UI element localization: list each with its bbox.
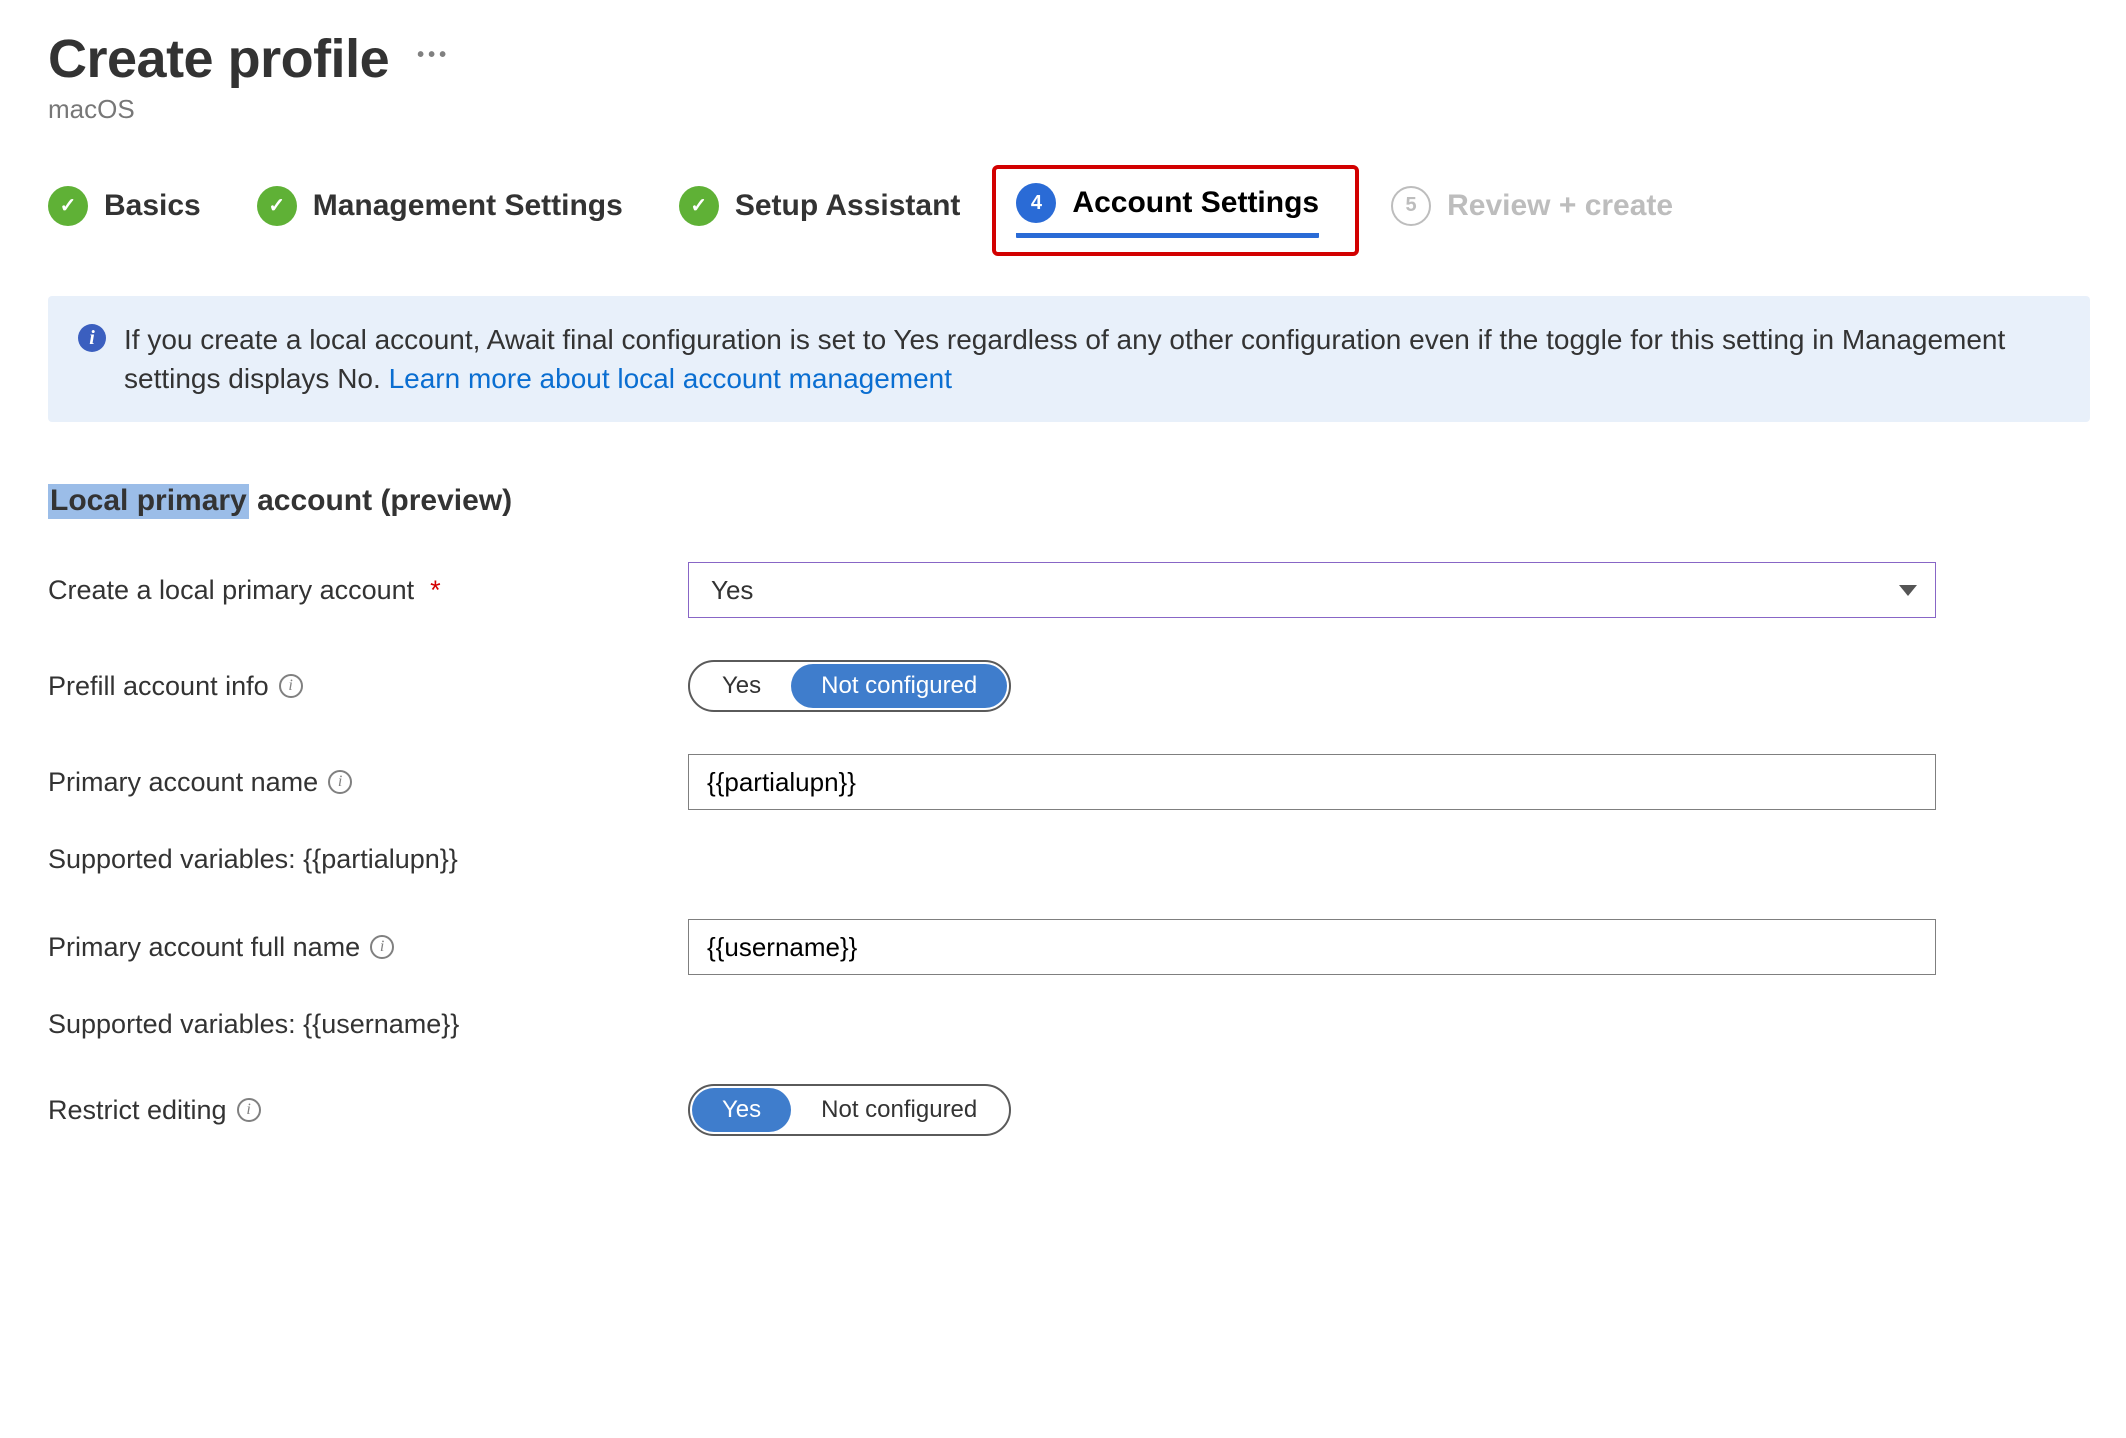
step-setup-assistant[interactable]: Setup Assistant (679, 186, 961, 236)
label-primary-full-name: Primary account full name i (48, 932, 688, 963)
hint-primary-name: Supported variables: {{partialupn}} (48, 844, 2090, 875)
label-text: Restrict editing (48, 1095, 227, 1126)
highlight-frame: 4 Account Settings (992, 165, 1359, 256)
step-label: Setup Assistant (735, 189, 961, 223)
required-marker: * (430, 575, 441, 606)
step-label: Basics (104, 189, 201, 223)
check-icon (679, 186, 719, 226)
dropdown-value: Yes (711, 575, 753, 606)
check-icon (257, 186, 297, 226)
chevron-down-icon (1899, 585, 1917, 596)
learn-more-link[interactable]: Learn more about local account managemen… (389, 363, 952, 394)
section-heading-highlight: Local primary (48, 484, 249, 519)
label-primary-name: Primary account name i (48, 767, 688, 798)
row-primary-name: Primary account name i (48, 754, 2090, 810)
wizard-stepper: Basics Management Settings Setup Assista… (48, 181, 2090, 240)
info-icon[interactable]: i (279, 674, 303, 698)
step-review-create[interactable]: 5 Review + create (1391, 186, 1673, 236)
prefill-toggle: Yes Not configured (688, 660, 1011, 712)
restrict-notconfigured-option[interactable]: Not configured (791, 1088, 1007, 1132)
label-prefill: Prefill account info i (48, 671, 688, 702)
row-create-local: Create a local primary account * Yes (48, 562, 2090, 618)
label-create-local: Create a local primary account * (48, 575, 688, 606)
info-icon[interactable]: i (328, 770, 352, 794)
step-account-settings[interactable]: 4 Account Settings (1016, 183, 1319, 238)
info-icon[interactable]: i (370, 935, 394, 959)
section-heading: Local primary account (preview) (48, 484, 512, 518)
prefill-notconfigured-option[interactable]: Not configured (791, 664, 1007, 708)
step-label: Management Settings (313, 189, 623, 223)
step-label: Account Settings (1072, 186, 1319, 220)
primary-account-name-input[interactable] (688, 754, 1936, 810)
step-basics[interactable]: Basics (48, 186, 201, 236)
label-text: Primary account full name (48, 932, 360, 963)
section-heading-rest: account (preview) (249, 484, 512, 517)
info-banner: i If you create a local account, Await f… (48, 296, 2090, 422)
page-title: Create profile ••• (48, 28, 2090, 90)
page-title-text: Create profile (48, 28, 389, 90)
step-management-settings[interactable]: Management Settings (257, 186, 623, 236)
label-text: Create a local primary account (48, 575, 414, 606)
label-restrict-editing: Restrict editing i (48, 1095, 688, 1126)
row-prefill: Prefill account info i Yes Not configure… (48, 660, 2090, 712)
form: Create a local primary account * Yes Pre… (48, 562, 2090, 1136)
row-restrict-editing: Restrict editing i Yes Not configured (48, 1084, 2090, 1136)
primary-account-full-name-input[interactable] (688, 919, 1936, 975)
step-label: Review + create (1447, 189, 1673, 223)
info-icon: i (78, 324, 106, 352)
step-number-badge: 5 (1391, 186, 1431, 226)
row-primary-full-name: Primary account full name i (48, 919, 2090, 975)
info-text-container: If you create a local account, Await fin… (124, 320, 2060, 398)
check-icon (48, 186, 88, 226)
restrict-yes-option[interactable]: Yes (692, 1088, 791, 1132)
step-number-badge: 4 (1016, 183, 1056, 223)
info-icon[interactable]: i (237, 1098, 261, 1122)
more-actions-icon[interactable]: ••• (417, 44, 450, 67)
label-text: Primary account name (48, 767, 318, 798)
restrict-editing-toggle: Yes Not configured (688, 1084, 1011, 1136)
hint-primary-full-name: Supported variables: {{username}} (48, 1009, 2090, 1040)
prefill-yes-option[interactable]: Yes (692, 664, 791, 708)
label-text: Prefill account info (48, 671, 269, 702)
create-local-dropdown[interactable]: Yes (688, 562, 1936, 618)
page-subtitle: macOS (48, 94, 2090, 125)
